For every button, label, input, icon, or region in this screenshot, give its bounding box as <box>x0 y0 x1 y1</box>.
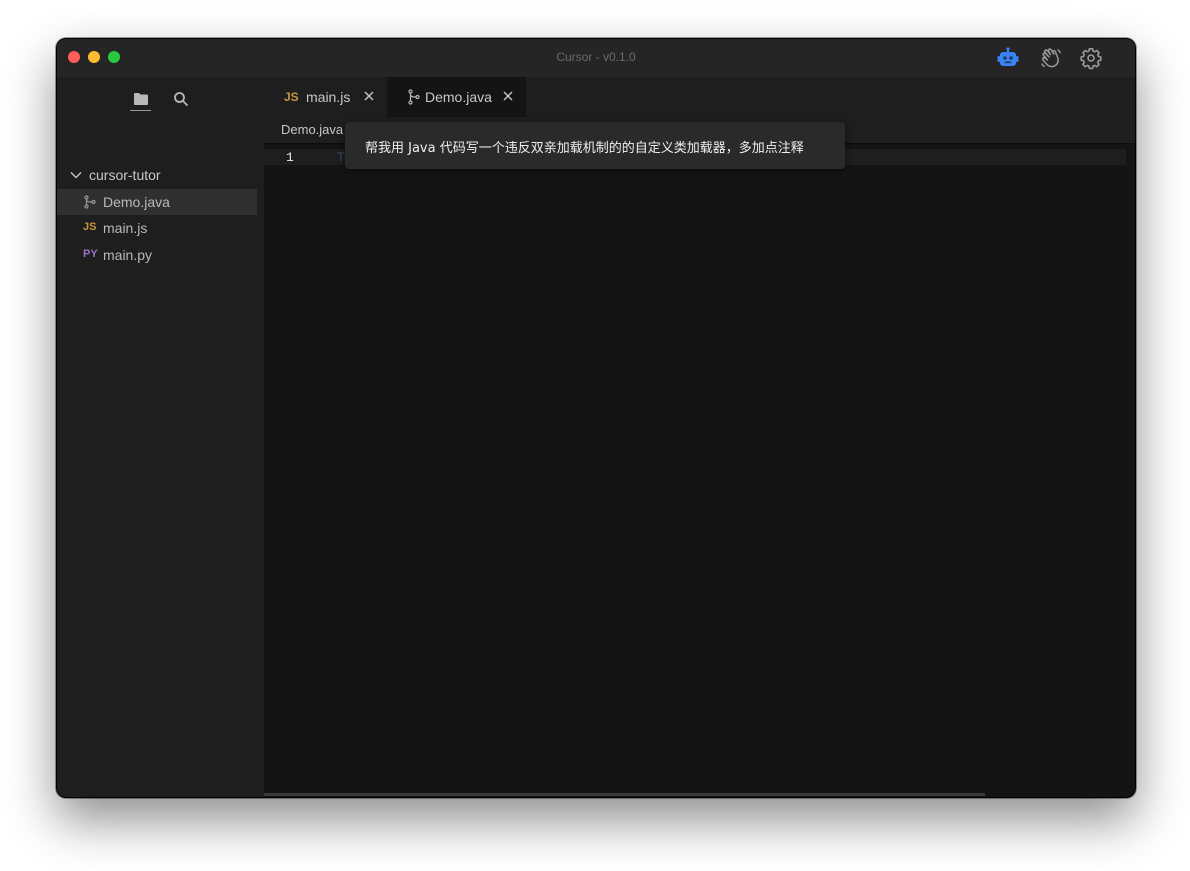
ghost-text[interactable]: T <box>337 150 345 165</box>
js-file-icon: JS <box>284 90 299 104</box>
app-window: Cursor - v0.1.0 cursor-tutor Demo.java J… <box>56 38 1136 798</box>
folder-icon[interactable] <box>131 89 151 109</box>
file-label: Demo.java <box>103 194 170 210</box>
git-branch-icon <box>84 195 96 209</box>
tab-label: Demo.java <box>425 89 492 105</box>
active-tab-indicator <box>130 110 151 111</box>
tab-demo-java[interactable]: Demo.java <box>387 77 526 117</box>
file-item-main-py[interactable]: PY main.py <box>57 242 257 268</box>
search-icon[interactable] <box>171 89 191 109</box>
ai-prompt-popup[interactable]: 帮我用 Java 代码写一个违反双亲加载机制的的自定义类加载器，多加点注释 <box>345 122 845 169</box>
git-branch-icon <box>408 89 420 105</box>
file-item-demo-java[interactable]: Demo.java <box>57 189 257 215</box>
window-title: Cursor - v0.1.0 <box>556 50 636 64</box>
file-label: main.py <box>103 247 153 263</box>
prompt-input[interactable]: 帮我用 Java 代码写一个违反双亲加载机制的的自定义类加载器，多加点注释 <box>365 137 804 156</box>
breadcrumb[interactable]: Demo.java <box>281 122 343 137</box>
python-file-icon: PY <box>83 248 98 260</box>
folder-cursor-tutor[interactable]: cursor-tutor <box>57 164 257 186</box>
close-icon[interactable] <box>362 89 376 103</box>
horizontal-scrollbar[interactable] <box>264 793 985 796</box>
line-number: 1 <box>286 150 294 165</box>
robot-icon[interactable] <box>996 46 1020 70</box>
tab-label: main.js <box>306 89 351 105</box>
wave-hand-icon[interactable] <box>1039 46 1063 70</box>
file-explorer-sidebar: cursor-tutor Demo.java JS main.js PY mai… <box>57 77 264 797</box>
file-label: main.js <box>103 220 148 236</box>
tab-bar: JS main.js Demo.java <box>264 77 1135 117</box>
close-icon[interactable] <box>501 89 515 103</box>
tab-main-js[interactable]: JS main.js <box>264 77 387 117</box>
js-file-icon: JS <box>83 221 97 233</box>
file-item-main-js[interactable]: JS main.js <box>57 215 257 241</box>
gear-icon[interactable] <box>1079 46 1103 70</box>
folder-label: cursor-tutor <box>89 167 161 183</box>
editor-area: JS main.js Demo.java Demo.java 1 T 帮我用 J… <box>264 77 1135 797</box>
title-bar: Cursor - v0.1.0 <box>57 39 1135 77</box>
chevron-down-icon <box>70 172 82 179</box>
